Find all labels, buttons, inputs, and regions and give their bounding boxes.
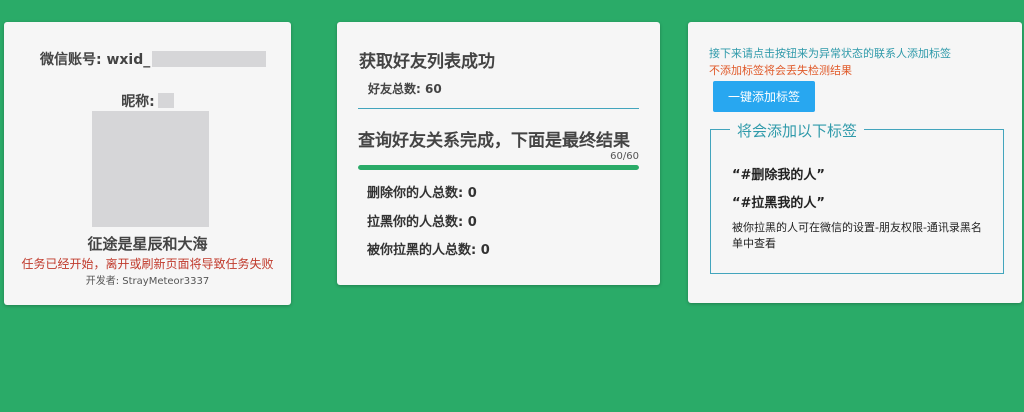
tag-instruction: 接下来请点击按钮来为异常状态的联系人添加标签: [709, 47, 951, 60]
add-tags-button[interactable]: 一键添加标签: [713, 81, 815, 112]
avatar: [92, 111, 209, 227]
progress-bar: [358, 165, 639, 170]
divider: [358, 108, 639, 109]
tag-caution: 不添加标签将会丢失检测结果: [709, 64, 852, 77]
developer-credit: 开发者: StrayMeteor3337: [85, 276, 210, 287]
blocklist-note: 被你拉黑的人可在微信的设置-朋友权限-通讯录黑名单中查看: [732, 221, 982, 250]
tags-legend: 将会添加以下标签: [730, 120, 865, 141]
profile-card: 微信账号: wxid_ 昵称: 征途是星辰和大海 任务已经开始，离开或刷新页面将…: [4, 22, 291, 305]
query-complete-title: 查询好友关系完成，下面是最终结果: [358, 131, 630, 151]
tag-blocked-me: “#拉黑我的人”: [732, 196, 825, 211]
progress-count: 60/60: [610, 151, 639, 162]
nickname-row: 昵称:: [4, 91, 291, 111]
tag-deleted-me: “#删除我的人”: [732, 168, 825, 183]
friend-total: 好友总数: 60: [368, 82, 442, 96]
tagging-card: 接下来请点击按钮来为异常状态的联系人添加标签 不添加标签将会丢失检测结果 一键添…: [688, 22, 1022, 303]
account-row: 微信账号: wxid_: [40, 49, 267, 69]
motto-text: 征途是星辰和大海: [87, 235, 208, 253]
deleted-count: 删除你的人总数: 0: [367, 186, 477, 201]
fetch-success-title: 获取好友列表成功: [359, 52, 495, 72]
redacted-nickname: [157, 93, 174, 108]
blocked-by-you-count: 被你拉黑的人总数: 0: [367, 243, 490, 258]
blocked-count: 拉黑你的人总数: 0: [367, 215, 477, 230]
results-card: 获取好友列表成功 好友总数: 60 查询好友关系完成，下面是最终结果 60/60…: [337, 22, 660, 285]
account-label: 微信账号: wxid_: [40, 52, 151, 68]
progress-fill: [358, 165, 639, 170]
redacted-account-id: [152, 51, 267, 67]
nickname-label: 昵称:: [121, 94, 155, 110]
task-warning: 任务已经开始，离开或刷新页面将导致任务失败: [21, 257, 274, 271]
